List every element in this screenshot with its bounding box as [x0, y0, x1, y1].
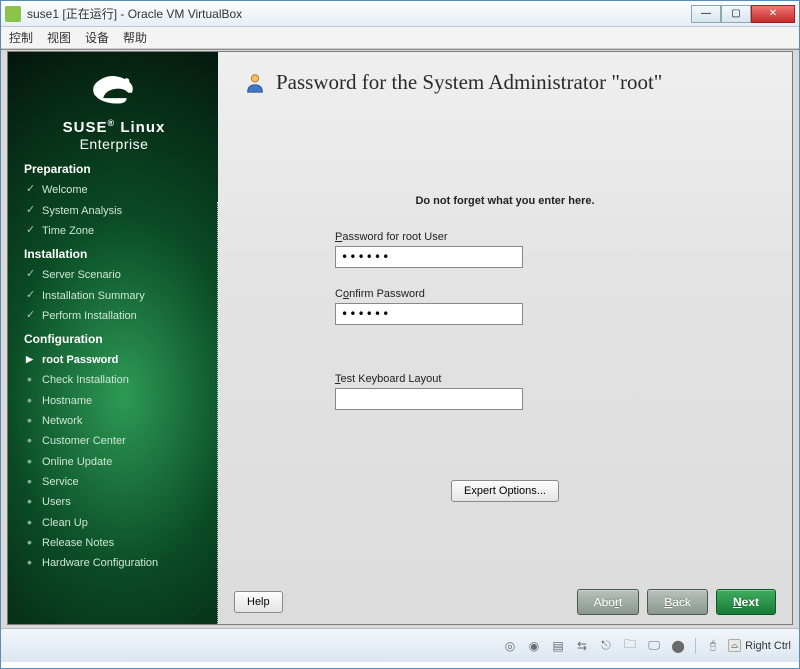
steps-preparation: Welcome System Analysis Time Zone — [24, 180, 204, 241]
step-hostname: Hostname — [24, 391, 204, 411]
network-icon[interactable]: ⇆ — [573, 637, 591, 655]
brand: SUSE® Linux Enterprise — [24, 118, 204, 152]
hostkey-indicator: ⌓Right Ctrl — [728, 639, 791, 652]
shared-folder-icon[interactable]: 🗀 — [621, 637, 639, 655]
floppy-icon[interactable]: ▤ — [549, 637, 567, 655]
hdd-icon[interactable]: ◎ — [501, 637, 519, 655]
step-customer-center: Customer Center — [24, 431, 204, 451]
password-form: Password for root User Confirm Password … — [335, 231, 675, 502]
step-time-zone: Time Zone — [24, 221, 204, 241]
titlebar[interactable]: suse1 [正在运行] - Oracle VM VirtualBox — ▢ … — [1, 1, 799, 27]
step-check-installation: Check Installation — [24, 370, 204, 390]
brand-line1: SUSE — [63, 119, 108, 136]
window-title: suse1 [正在运行] - Oracle VM VirtualBox — [27, 5, 242, 22]
steps-installation: Server Scenario Installation Summary Per… — [24, 265, 204, 326]
step-hardware-configuration: Hardware Configuration — [24, 553, 204, 573]
hint-text: Do not forget what you enter here. — [244, 195, 766, 207]
section-preparation: Preparation — [24, 162, 204, 176]
app-icon — [5, 6, 21, 22]
record-icon[interactable]: ⬤ — [669, 637, 687, 655]
step-network: Network — [24, 411, 204, 431]
display-icon[interactable]: 🖵 — [645, 637, 663, 655]
user-icon — [244, 72, 266, 94]
brand-line2: Linux — [120, 119, 165, 136]
step-installation-summary: Installation Summary — [24, 286, 204, 306]
confirm-password-input[interactable] — [335, 303, 523, 325]
label-test-keyboard: Test Keyboard Layout — [335, 373, 675, 385]
minimize-button[interactable]: — — [691, 5, 721, 23]
password-input[interactable] — [335, 246, 523, 268]
suse-logo-icon — [87, 66, 141, 114]
label-confirm: Confirm Password — [335, 288, 675, 300]
close-button[interactable]: ✕ — [751, 5, 795, 23]
menu-device[interactable]: 设备 — [85, 29, 109, 46]
test-keyboard-input[interactable] — [335, 388, 523, 410]
step-welcome: Welcome — [24, 180, 204, 200]
label-password: Password for root User — [335, 231, 675, 243]
cd-icon[interactable]: ◉ — [525, 637, 543, 655]
section-installation: Installation — [24, 247, 204, 261]
maximize-button[interactable]: ▢ — [721, 5, 751, 23]
vm-display: SUSE® Linux Enterprise Preparation Welco… — [1, 49, 799, 628]
window-buttons: — ▢ ✕ — [691, 5, 795, 23]
menu-help[interactable]: 帮助 — [123, 29, 147, 46]
expert-options-button[interactable]: Expert Options... — [451, 480, 559, 502]
step-users: Users — [24, 492, 204, 512]
page-heading: Password for the System Administrator "r… — [244, 70, 766, 95]
mouse-integration-icon[interactable]: 🖯 — [704, 637, 722, 655]
section-configuration: Configuration — [24, 332, 204, 346]
next-button[interactable]: Next — [716, 589, 776, 615]
menubar: 控制 视图 设备 帮助 — [1, 27, 799, 49]
step-clean-up: Clean Up — [24, 513, 204, 533]
page-title: Password for the System Administrator "r… — [276, 70, 662, 95]
abort-button[interactable]: Abort — [577, 589, 640, 615]
virtualbox-window: suse1 [正在运行] - Oracle VM VirtualBox — ▢ … — [0, 0, 800, 669]
sidebar: SUSE® Linux Enterprise Preparation Welco… — [8, 52, 218, 624]
bottom-bar: Help Abort Back Next — [218, 580, 792, 624]
step-root-password: root Password — [24, 350, 204, 370]
step-server-scenario: Server Scenario — [24, 265, 204, 285]
menu-view[interactable]: 视图 — [47, 29, 71, 46]
steps-configuration: root Password Check Installation Hostnam… — [24, 350, 204, 573]
step-release-notes: Release Notes — [24, 533, 204, 553]
statusbar: ◎ ◉ ▤ ⇆ ⎋ 🗀 🖵 ⬤ 🖯 ⌓Right Ctrl — [1, 628, 799, 662]
usb-icon[interactable]: ⎋ — [597, 637, 615, 655]
step-online-update: Online Update — [24, 452, 204, 472]
main-panel: Password for the System Administrator "r… — [218, 52, 792, 624]
step-perform-installation: Perform Installation — [24, 306, 204, 326]
brand-line3: Enterprise — [24, 136, 204, 152]
menu-control[interactable]: 控制 — [9, 29, 33, 46]
help-button[interactable]: Help — [234, 591, 283, 613]
installer-window: SUSE® Linux Enterprise Preparation Welco… — [7, 51, 793, 625]
back-button[interactable]: Back — [647, 589, 708, 615]
step-system-analysis: System Analysis — [24, 201, 204, 221]
step-service: Service — [24, 472, 204, 492]
